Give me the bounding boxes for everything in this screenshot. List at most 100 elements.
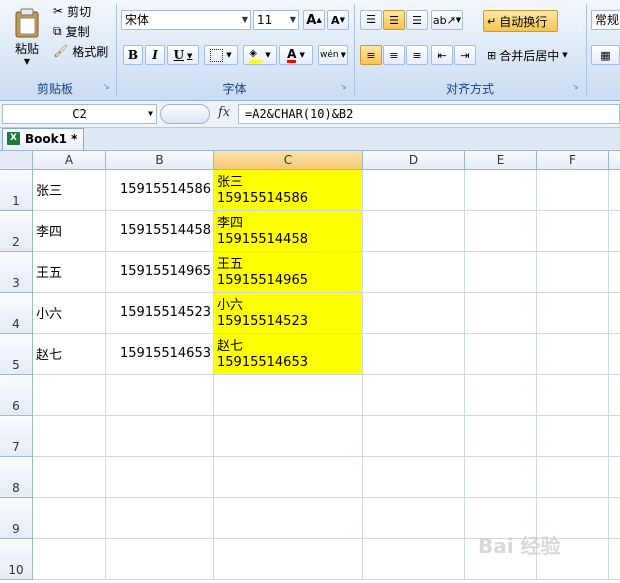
- cell-d9[interactable]: [363, 498, 465, 539]
- column-header-f[interactable]: F: [537, 151, 609, 170]
- borders-button[interactable]: ▼: [204, 45, 238, 65]
- cell-g8[interactable]: [609, 457, 620, 498]
- cell-b7[interactable]: [106, 416, 214, 457]
- cell-c7[interactable]: [214, 416, 363, 457]
- column-header-d[interactable]: D: [363, 151, 465, 170]
- cell-c5[interactable]: 赵七 15915514653: [214, 334, 363, 375]
- cell-c4[interactable]: 小六 15915514523: [214, 293, 363, 334]
- row-header-9[interactable]: 9: [0, 498, 33, 539]
- cell-e7[interactable]: [465, 416, 537, 457]
- cell-g5[interactable]: [609, 334, 620, 375]
- cell-a1[interactable]: 张三: [33, 170, 106, 211]
- cell-g4[interactable]: [609, 293, 620, 334]
- row-header-5[interactable]: 5: [0, 334, 33, 375]
- row-header-6[interactable]: 6: [0, 375, 33, 416]
- dialog-launcher-icon[interactable]: ↘: [340, 82, 349, 91]
- row-header-7[interactable]: 7: [0, 416, 33, 457]
- cell-c10[interactable]: [214, 539, 363, 580]
- cell-a9[interactable]: [33, 498, 106, 539]
- cell-a3[interactable]: 王五: [33, 252, 106, 293]
- copy-button[interactable]: ⧉ 复制: [52, 22, 112, 40]
- number-format-select[interactable]: 常规: [591, 10, 620, 30]
- cell-a7[interactable]: [33, 416, 106, 457]
- cell-a5[interactable]: 赵七: [33, 334, 106, 375]
- underline-button[interactable]: U ▼: [167, 45, 199, 65]
- cell-a2[interactable]: 李四: [33, 211, 106, 252]
- cell-d1[interactable]: [363, 170, 465, 211]
- column-header-g[interactable]: [609, 151, 620, 170]
- cell-g2[interactable]: [609, 211, 620, 252]
- cell-e3[interactable]: [465, 252, 537, 293]
- cell-b5[interactable]: 15915514653: [106, 334, 214, 375]
- wrap-text-button[interactable]: ↵ 自动换行: [483, 10, 558, 32]
- cell-c1[interactable]: 张三 15915514586: [214, 170, 363, 211]
- cell-d6[interactable]: [363, 375, 465, 416]
- cell-b3[interactable]: 15915514965: [106, 252, 214, 293]
- cell-b10[interactable]: [106, 539, 214, 580]
- chevron-down-icon[interactable]: ▼: [148, 105, 153, 123]
- cell-e5[interactable]: [465, 334, 537, 375]
- column-header-c[interactable]: C: [214, 151, 363, 170]
- cell-f3[interactable]: [537, 252, 609, 293]
- row-header-8[interactable]: 8: [0, 457, 33, 498]
- merge-center-button[interactable]: ⊞ 合并后居中 ▼: [483, 45, 578, 65]
- cell-b4[interactable]: 15915514523: [106, 293, 214, 334]
- row-header-3[interactable]: 3: [0, 252, 33, 293]
- cell-f8[interactable]: [537, 457, 609, 498]
- cell-g9[interactable]: [609, 498, 620, 539]
- font-size-select[interactable]: 11 ▼: [253, 10, 299, 30]
- align-top-button[interactable]: ☰: [360, 10, 382, 30]
- cell-e4[interactable]: [465, 293, 537, 334]
- column-header-b[interactable]: B: [106, 151, 214, 170]
- cell-a8[interactable]: [33, 457, 106, 498]
- phonetic-button[interactable]: wén ▼: [318, 45, 348, 65]
- workbook-tab[interactable]: X Book1 *: [2, 128, 85, 150]
- name-box[interactable]: C2 ▼: [2, 104, 157, 124]
- formula-input[interactable]: =A2&CHAR(10)&B2: [238, 104, 620, 124]
- cell-a10[interactable]: [33, 539, 106, 580]
- cell-d5[interactable]: [363, 334, 465, 375]
- cell-b8[interactable]: [106, 457, 214, 498]
- bold-button[interactable]: B: [123, 45, 143, 65]
- cell-d7[interactable]: [363, 416, 465, 457]
- italic-button[interactable]: I: [145, 45, 165, 65]
- cell-f2[interactable]: [537, 211, 609, 252]
- cell-g7[interactable]: [609, 416, 620, 457]
- row-header-2[interactable]: 2: [0, 211, 33, 252]
- column-header-e[interactable]: E: [465, 151, 537, 170]
- cell-g10[interactable]: [609, 539, 620, 580]
- row-header-1[interactable]: 1: [0, 170, 33, 211]
- cell-c8[interactable]: [214, 457, 363, 498]
- cell-c9[interactable]: [214, 498, 363, 539]
- paste-button[interactable]: 粘贴 ▼: [6, 2, 48, 72]
- cell-d3[interactable]: [363, 252, 465, 293]
- cell-f1[interactable]: [537, 170, 609, 211]
- cell-b1[interactable]: 15915514586: [106, 170, 214, 211]
- column-header-a[interactable]: A: [33, 151, 106, 170]
- cell-d2[interactable]: [363, 211, 465, 252]
- font-name-select[interactable]: 宋体 ▼: [121, 10, 251, 30]
- dialog-launcher-icon[interactable]: ↘: [103, 82, 112, 91]
- cell-g6[interactable]: [609, 375, 620, 416]
- cell-c6[interactable]: [214, 375, 363, 416]
- cell-b2[interactable]: 15915514458: [106, 211, 214, 252]
- cell-a4[interactable]: 小六: [33, 293, 106, 334]
- cell-f6[interactable]: [537, 375, 609, 416]
- cell-f7[interactable]: [537, 416, 609, 457]
- cell-b9[interactable]: [106, 498, 214, 539]
- align-center-button[interactable]: ≡: [383, 45, 405, 65]
- format-painter-button[interactable]: 🖌 格式刷: [52, 42, 114, 60]
- increase-indent-button[interactable]: ⇥: [454, 45, 476, 65]
- cell-c3[interactable]: 王五 15915514965: [214, 252, 363, 293]
- currency-format-button[interactable]: ▦: [591, 45, 620, 65]
- cell-e8[interactable]: [465, 457, 537, 498]
- cell-g3[interactable]: [609, 252, 620, 293]
- orientation-button[interactable]: ab↗ ▼: [431, 10, 463, 30]
- cell-f5[interactable]: [537, 334, 609, 375]
- cell-a6[interactable]: [33, 375, 106, 416]
- align-right-button[interactable]: ≡: [406, 45, 428, 65]
- cell-e1[interactable]: [465, 170, 537, 211]
- font-color-button[interactable]: A ▼: [279, 45, 313, 65]
- formula-bar-resize-handle[interactable]: [160, 104, 210, 124]
- cell-e2[interactable]: [465, 211, 537, 252]
